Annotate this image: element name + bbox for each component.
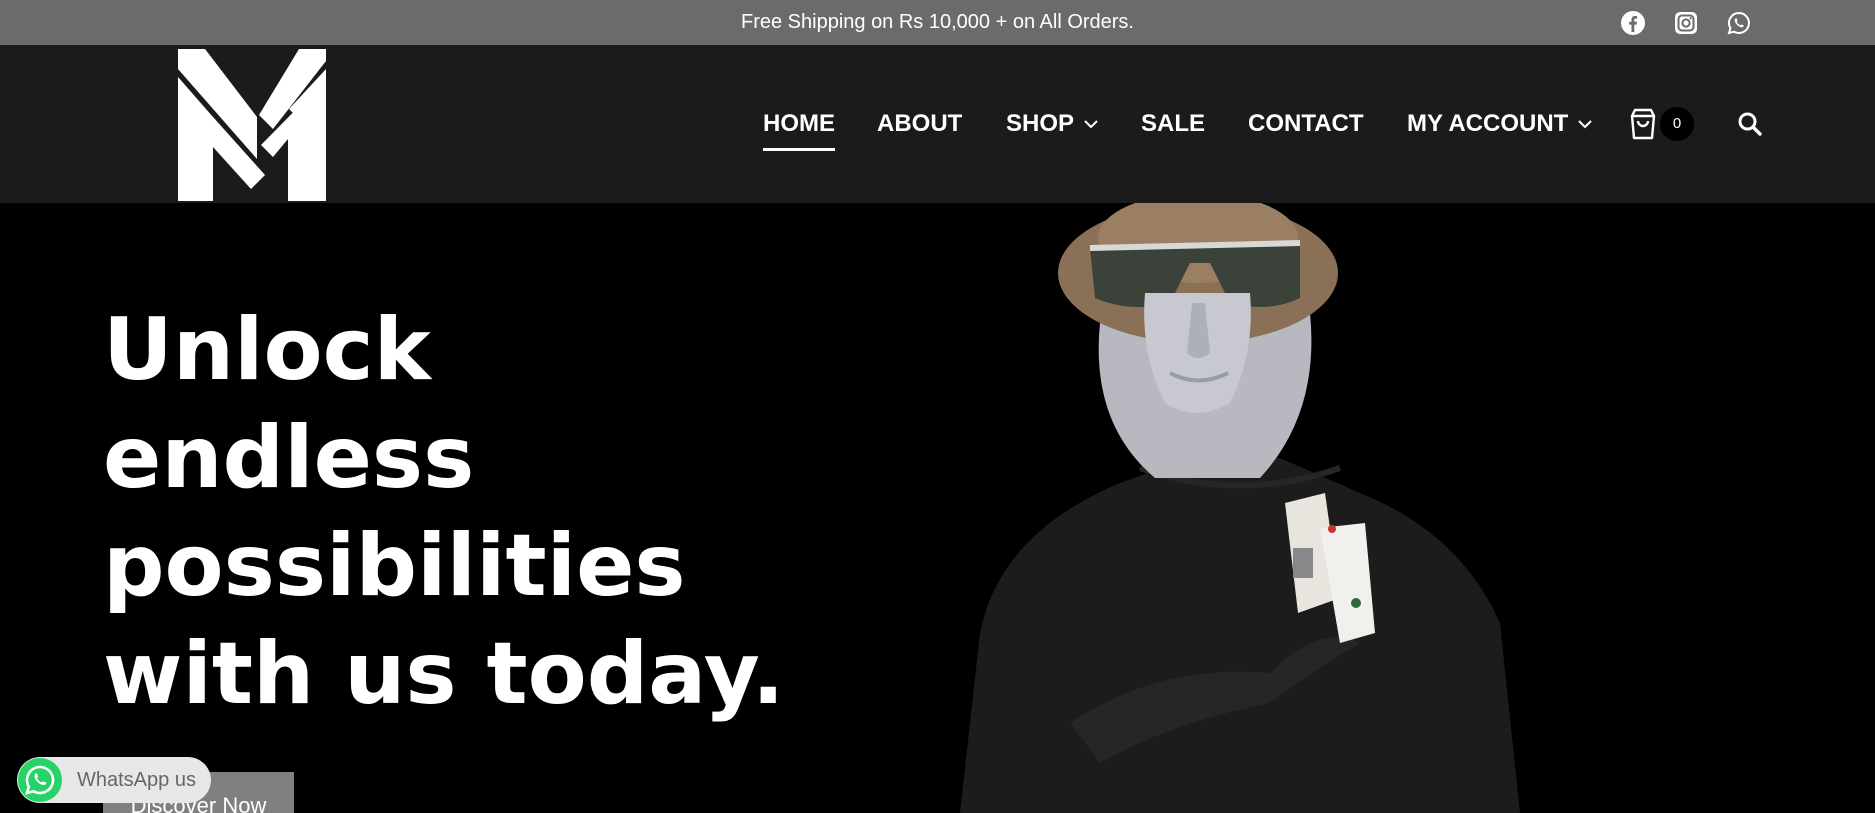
cart-count-badge[interactable]: 0 bbox=[1660, 107, 1694, 141]
hero-headline: Unlock endless possibilities with us tod… bbox=[103, 300, 785, 724]
whatsapp-icon bbox=[18, 758, 62, 802]
nav-my-account[interactable]: MY ACCOUNT bbox=[1407, 109, 1593, 139]
nav-my-account-label: MY ACCOUNT bbox=[1407, 110, 1569, 137]
brand-logo[interactable] bbox=[175, 49, 330, 201]
hero-section: Unlock endless possibilities with us tod… bbox=[0, 203, 1875, 813]
chevron-down-icon bbox=[1578, 120, 1593, 129]
nav-about-label: ABOUT bbox=[877, 110, 963, 137]
shopping-bag-icon[interactable] bbox=[1627, 107, 1659, 141]
whatsapp-label: WhatsApp us bbox=[77, 768, 196, 791]
instagram-icon[interactable] bbox=[1673, 10, 1699, 36]
search-icon[interactable] bbox=[1736, 110, 1764, 138]
site-header: HOME ABOUT SHOP SALE CONTACT MY ACCOUNT … bbox=[0, 45, 1875, 203]
whatsapp-chat-widget[interactable]: WhatsApp us bbox=[17, 757, 211, 803]
nav-sale[interactable]: SALE bbox=[1141, 109, 1205, 139]
nav-about[interactable]: ABOUT bbox=[877, 109, 962, 139]
chevron-down-icon bbox=[1084, 120, 1098, 129]
announcement-bar: Free Shipping on Rs 10,000 + on All Orde… bbox=[0, 0, 1875, 45]
nav-sale-label: SALE bbox=[1141, 110, 1206, 137]
facebook-icon[interactable] bbox=[1620, 10, 1646, 36]
nav-contact[interactable]: CONTACT bbox=[1248, 109, 1364, 139]
nav-home[interactable]: HOME bbox=[763, 109, 835, 151]
whatsapp-icon[interactable] bbox=[1726, 10, 1752, 36]
nav-home-label: HOME bbox=[763, 110, 835, 137]
announcement-text: Free Shipping on Rs 10,000 + on All Orde… bbox=[740, 11, 1134, 33]
nav-shop[interactable]: SHOP bbox=[1006, 109, 1098, 139]
mannequin-image bbox=[960, 203, 1520, 813]
nav-shop-label: SHOP bbox=[1006, 110, 1075, 137]
nav-contact-label: CONTACT bbox=[1248, 110, 1364, 137]
